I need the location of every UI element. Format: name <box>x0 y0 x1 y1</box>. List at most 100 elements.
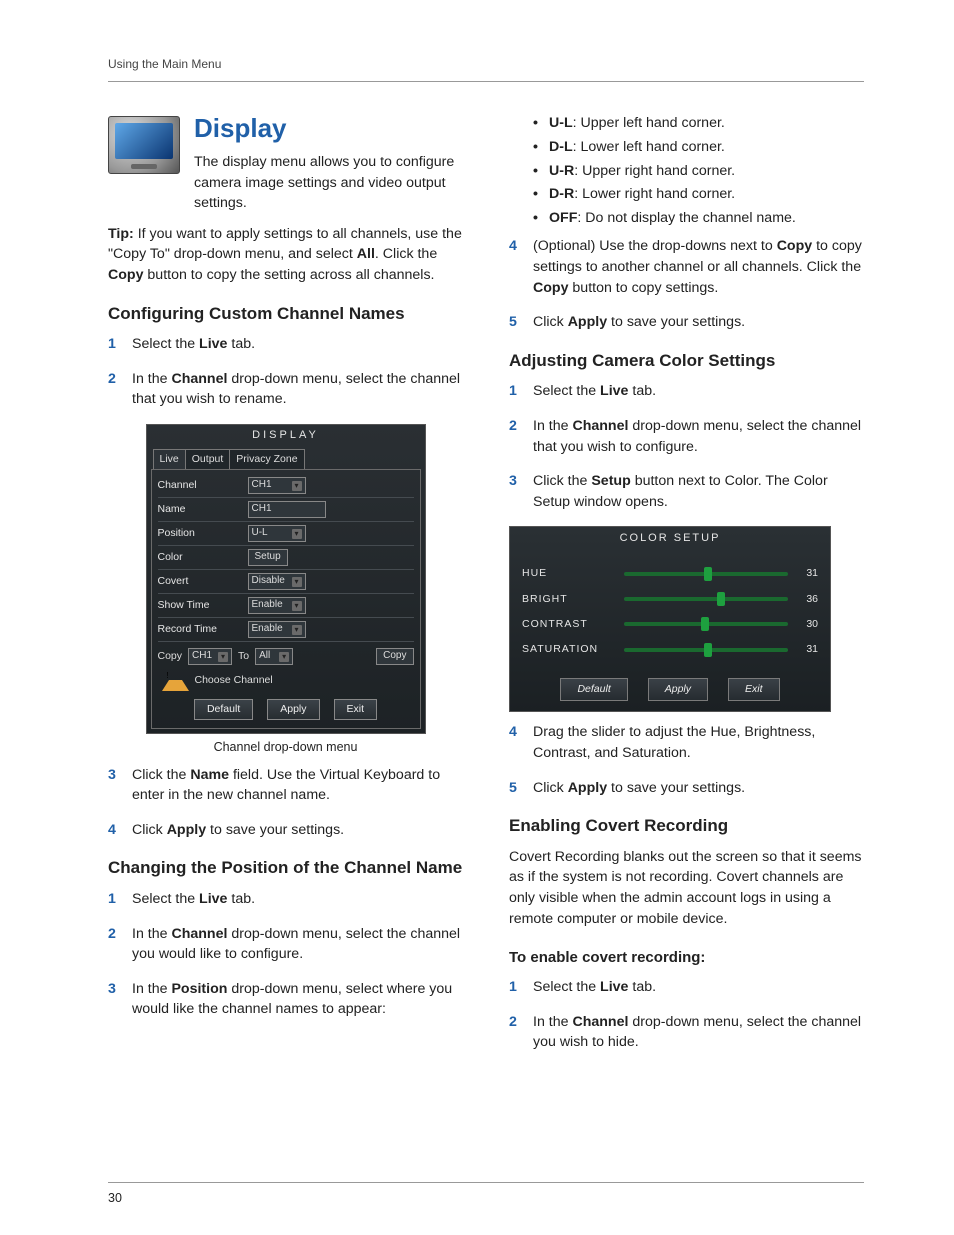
dropdown-value: CH1 <box>192 649 212 664</box>
step-bold: Live <box>600 979 628 995</box>
hue-slider[interactable] <box>624 572 788 576</box>
list-item: OFF: Do not display the channel name. <box>529 208 864 229</box>
color-setup-dialog: COLOR SETUP HUE 31 BRIGHT 36 CONTRAST 30 <box>509 526 831 712</box>
dropdown-value: All <box>259 649 270 664</box>
dropdown-value: Enable <box>252 598 283 613</box>
step-text: Click <box>132 822 167 838</box>
pos-key: D-R <box>549 186 574 202</box>
display-dialog: DISPLAY Live Output Privacy Zone Channel… <box>146 424 426 734</box>
row-label-show-time: Show Time <box>158 598 238 613</box>
copy-button[interactable]: Copy <box>376 648 413 665</box>
copy-from-dropdown[interactable]: CH1▾ <box>188 648 232 665</box>
step: Click Apply to save your settings. <box>509 312 864 333</box>
step-bold: Live <box>199 336 227 352</box>
page-number: 30 <box>108 1191 122 1205</box>
exit-button[interactable]: Exit <box>334 699 378 720</box>
apply-button[interactable]: Apply <box>267 699 319 720</box>
step-text: Click the <box>132 767 190 783</box>
dropdown-value: Enable <box>252 622 283 637</box>
pos-key: D-L <box>549 139 573 155</box>
row-label-record-time: Record Time <box>158 622 238 637</box>
chevron-down-icon: ▾ <box>279 652 289 662</box>
intro-text: The display menu allows you to configure… <box>194 154 454 211</box>
heading-covert: Enabling Covert Recording <box>509 814 864 839</box>
step: In the Position drop-down menu, select w… <box>108 979 463 1020</box>
slider-thumb[interactable] <box>704 643 712 657</box>
bright-slider[interactable] <box>624 597 788 601</box>
row-label-channel: Channel <box>158 478 238 493</box>
step-bold: Apply <box>568 780 607 796</box>
page-footer: 30 <box>108 1182 864 1207</box>
heading-color-settings: Adjusting Camera Color Settings <box>509 349 864 374</box>
covert-dropdown[interactable]: Disable▾ <box>248 573 306 590</box>
step-text: In the <box>132 371 171 387</box>
step-text: Select the <box>533 383 600 399</box>
step-text: button to copy settings. <box>568 280 718 296</box>
warn-text: Choose Channel <box>195 673 273 688</box>
slider-row-hue: HUE 31 <box>510 561 830 586</box>
copy-to-dropdown[interactable]: All ▾ <box>255 648 293 665</box>
slider-value: 31 <box>798 566 818 581</box>
tip-copy: Copy <box>108 267 143 283</box>
tab-live[interactable]: Live <box>153 449 186 469</box>
apply-button[interactable]: Apply <box>648 678 708 701</box>
saturation-slider[interactable] <box>624 648 788 652</box>
dropdown-value: Disable <box>252 574 285 589</box>
warning-icon <box>162 669 189 691</box>
default-button[interactable]: Default <box>194 699 253 720</box>
left-column: Display The display menu allows you to c… <box>108 110 463 1066</box>
name-input[interactable]: CH1 <box>248 501 326 518</box>
step-text: In the <box>533 1014 572 1030</box>
exit-button[interactable]: Exit <box>728 678 780 701</box>
show-time-dropdown[interactable]: Enable▾ <box>248 597 306 614</box>
step: In the Channel drop-down menu, select th… <box>509 416 864 457</box>
step: Click Apply to save your settings. <box>509 778 864 799</box>
chevron-down-icon: ▾ <box>292 625 302 635</box>
tab-output[interactable]: Output <box>185 449 231 469</box>
step: Click Apply to save your settings. <box>108 820 463 841</box>
right-column: U-L: Upper left hand corner. D-L: Lower … <box>509 110 864 1066</box>
slider-value: 36 <box>798 592 818 607</box>
monitor-icon <box>108 116 180 174</box>
slider-thumb[interactable] <box>704 567 712 581</box>
step-text: Click <box>533 314 568 330</box>
step-bold: Copy <box>777 238 812 254</box>
step: In the Channel drop-down menu, select th… <box>108 369 463 410</box>
covert-subheading: To enable covert recording: <box>509 947 864 969</box>
row-label-covert: Covert <box>158 574 238 589</box>
slider-thumb[interactable] <box>701 617 709 631</box>
step-bold: Channel <box>572 418 628 434</box>
tip-body3: button to copy the setting across all ch… <box>143 267 434 283</box>
step: In the Channel drop-down menu, select th… <box>108 924 463 965</box>
step: Click the Name field. Use the Virtual Ke… <box>108 765 463 806</box>
tip-body2: . Click the <box>375 246 437 262</box>
pos-val: : Upper left hand corner. <box>573 115 725 131</box>
row-label-color: Color <box>158 550 238 565</box>
channel-dropdown[interactable]: CH1▾ <box>248 477 306 494</box>
step-text: tab. <box>227 891 255 907</box>
slider-thumb[interactable] <box>717 592 725 606</box>
dropdown-value: U-L <box>252 526 268 541</box>
step-text: Select the <box>132 336 199 352</box>
list-item: D-R: Lower right hand corner. <box>529 184 864 205</box>
record-time-dropdown[interactable]: Enable ▾ <box>248 621 306 638</box>
tip-all: All <box>357 246 375 262</box>
step-text: tab. <box>628 979 656 995</box>
color-setup-button[interactable]: Setup <box>248 549 288 566</box>
position-dropdown[interactable]: U-L▾ <box>248 525 306 542</box>
tip-paragraph: Tip: If you want to apply settings to al… <box>108 224 463 286</box>
covert-intro: Covert Recording blanks out the screen s… <box>509 847 864 929</box>
step: (Optional) Use the drop-downs next to Co… <box>509 236 864 298</box>
slider-row-bright: BRIGHT 36 <box>510 587 830 612</box>
contrast-slider[interactable] <box>624 622 788 626</box>
pos-val: : Lower left hand corner. <box>573 139 725 155</box>
step: Click the Setup button next to Color. Th… <box>509 471 864 512</box>
figure-caption: Channel drop-down menu <box>108 738 463 756</box>
step-text: In the <box>533 418 572 434</box>
pos-val: : Upper right hand corner. <box>574 163 735 179</box>
slider-label: SATURATION <box>522 642 614 657</box>
step-bold: Live <box>199 891 227 907</box>
default-button[interactable]: Default <box>560 678 627 701</box>
tab-privacy-zone[interactable]: Privacy Zone <box>229 449 304 469</box>
pos-key: U-R <box>549 163 574 179</box>
